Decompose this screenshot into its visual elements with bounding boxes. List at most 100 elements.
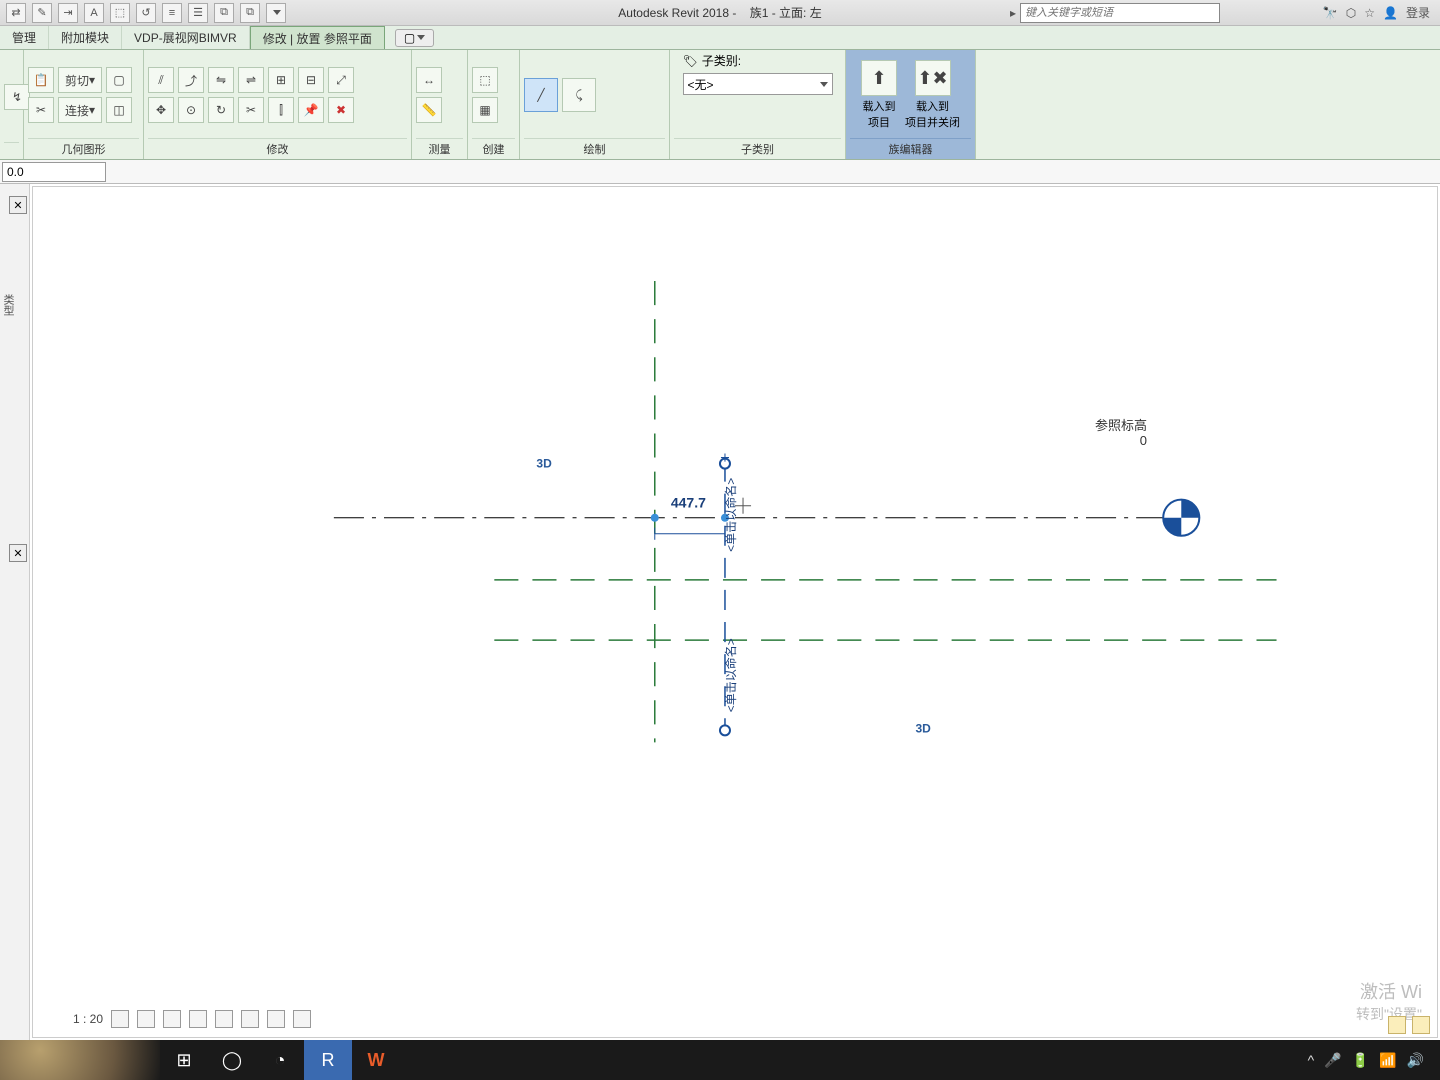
level-value[interactable]: 0: [1140, 433, 1147, 448]
doc-name: 族1 - 立面: 左: [750, 6, 822, 20]
edge-icon[interactable]: ◔: [256, 1040, 304, 1080]
panel-draw: ╱ ⤹ 绘制: [520, 50, 670, 159]
qat-btn[interactable]: ⧉: [214, 3, 234, 23]
crop-icon[interactable]: [215, 1010, 233, 1028]
hide-icon[interactable]: [267, 1010, 285, 1028]
tray-expand-icon[interactable]: ^: [1308, 1052, 1315, 1068]
user-icon[interactable]: 👤: [1383, 6, 1398, 20]
scale-icon[interactable]: ⤢: [328, 67, 354, 93]
panel-label: 几何图形: [28, 138, 139, 159]
qat-btn[interactable]: ⧉: [240, 3, 260, 23]
panel-select: ↯: [0, 50, 24, 159]
label-3d: 3D: [536, 457, 552, 471]
drawing-canvas: 447.7 3D 3D <单击以命名> <单击以命名>: [33, 187, 1437, 1037]
binoculars-icon[interactable]: 🔭: [1323, 6, 1338, 20]
click-to-name-label: <单击以命名>: [723, 478, 738, 552]
battery-icon[interactable]: 🔋: [1352, 1052, 1369, 1069]
close-panel-button-2[interactable]: ✕: [9, 544, 27, 562]
search-input[interactable]: [1020, 3, 1220, 23]
login-link[interactable]: 登录: [1406, 4, 1430, 21]
btn-label: 载入到 项目并关闭: [905, 98, 960, 130]
array-icon[interactable]: ⊞: [268, 67, 294, 93]
array2-icon[interactable]: ⊟: [298, 67, 324, 93]
properties-strip: ✕ 类型 ✕: [0, 184, 30, 1040]
qat-btn[interactable]: ≡: [162, 3, 182, 23]
cut-geom-icon[interactable]: ▢: [106, 67, 132, 93]
move-icon[interactable]: ✥: [148, 97, 174, 123]
tab-modify-active[interactable]: 修改 | 放置 参照平面: [250, 26, 385, 49]
measure-icon[interactable]: 📏: [416, 97, 442, 123]
rotate-icon[interactable]: ↻: [208, 97, 234, 123]
revit-taskbar-icon[interactable]: R: [304, 1040, 352, 1080]
close-panel-button[interactable]: ✕: [9, 196, 27, 214]
comm-icon[interactable]: ⬡: [1346, 6, 1356, 20]
chrome-icon[interactable]: ◯: [208, 1040, 256, 1080]
qat-btn[interactable]: ⇄: [6, 3, 26, 23]
subcat-title: 子类别:: [702, 52, 741, 69]
reveal-icon[interactable]: [293, 1010, 311, 1028]
window-title: Autodesk Revit 2018 - 族1 - 立面: 左: [618, 4, 821, 21]
mic-icon[interactable]: 🎤: [1324, 1052, 1341, 1069]
tab-manage[interactable]: 管理: [0, 26, 49, 49]
qat-btn[interactable]: ↺: [136, 3, 156, 23]
pick-line-icon[interactable]: ⤹: [562, 78, 596, 112]
subcat-icon: 🏷: [683, 54, 698, 68]
panel-geometry: 📋剪切 ▾▢ ✂连接 ▾◫ 几何图形: [24, 50, 144, 159]
status-icon[interactable]: [1412, 1016, 1430, 1034]
qat-dropdown[interactable]: [266, 3, 286, 23]
qat-btn[interactable]: ☰: [188, 3, 208, 23]
star-icon[interactable]: ☆: [1364, 6, 1375, 20]
chevron-down-icon: [820, 82, 828, 87]
wps-icon[interactable]: W: [352, 1040, 400, 1080]
trim-icon[interactable]: ✂: [238, 97, 264, 123]
dimension-icon[interactable]: ↔: [416, 67, 442, 93]
crop-region-icon[interactable]: [241, 1010, 259, 1028]
qat-btn[interactable]: ⬚: [110, 3, 130, 23]
tab-vdp[interactable]: VDP-展视网BIMVR: [122, 26, 250, 49]
offset-input[interactable]: [2, 162, 106, 182]
sun-path-icon[interactable]: [163, 1010, 181, 1028]
load-close-button[interactable]: ⬆✖ 载入到 项目并关闭: [905, 60, 960, 130]
join-geom-icon[interactable]: ◫: [106, 97, 132, 123]
create-icon[interactable]: ⬚: [472, 67, 498, 93]
mirror-icon[interactable]: ⇋: [208, 67, 234, 93]
watermark-line1: 激活 Wi: [1356, 978, 1422, 1004]
clipboard-icon[interactable]: ✂: [28, 97, 54, 123]
view-scale[interactable]: 1 : 20: [73, 1012, 103, 1026]
paste-icon[interactable]: 📋: [28, 67, 54, 93]
qat-btn[interactable]: A: [84, 3, 104, 23]
offset-icon[interactable]: ⤴: [178, 67, 204, 93]
load-icon: ⬆: [861, 60, 897, 96]
panel-label: 族编辑器: [850, 138, 971, 159]
subcategory-select[interactable]: <无>: [683, 73, 833, 95]
status-icon[interactable]: [1388, 1016, 1406, 1034]
qat-btn[interactable]: ✎: [32, 3, 52, 23]
cut-button[interactable]: 剪切 ▾: [58, 67, 102, 93]
split-icon[interactable]: ⫿: [268, 97, 294, 123]
task-view-icon[interactable]: ⊞: [160, 1040, 208, 1080]
panel-label: 创建: [472, 138, 515, 159]
qat-btn[interactable]: ⇥: [58, 3, 78, 23]
join-button[interactable]: 连接 ▾: [58, 97, 102, 123]
detail-level-icon[interactable]: [111, 1010, 129, 1028]
panel-label: 修改: [148, 138, 407, 159]
wifi-icon[interactable]: 📶: [1379, 1052, 1396, 1069]
level-name[interactable]: 参照标高: [1095, 415, 1147, 434]
view-control-bar: 1 : 20: [73, 1009, 311, 1029]
mirror2-icon[interactable]: ⇌: [238, 67, 264, 93]
align-icon[interactable]: ⫽: [148, 67, 174, 93]
shadows-icon[interactable]: [189, 1010, 207, 1028]
group-icon[interactable]: ▦: [472, 97, 498, 123]
load-close-icon: ⬆✖: [915, 60, 951, 96]
delete-icon[interactable]: ✖: [328, 97, 354, 123]
tab-addons[interactable]: 附加模块: [49, 26, 122, 49]
tab-overflow[interactable]: ▢: [395, 29, 434, 47]
load-project-button[interactable]: ⬆ 载入到 项目: [861, 60, 897, 130]
canvas-viewport[interactable]: 447.7 3D 3D <单击以命名> <单击以命名> 参照标高 0 1 : 2…: [32, 186, 1438, 1038]
panel-subcategory: 🏷子类别: <无> 子类别: [670, 50, 846, 159]
volume-icon[interactable]: 🔊: [1407, 1052, 1424, 1069]
line-tool-icon[interactable]: ╱: [524, 78, 558, 112]
visual-style-icon[interactable]: [137, 1010, 155, 1028]
copy-icon[interactable]: ⊙: [178, 97, 204, 123]
pin-icon[interactable]: 📌: [298, 97, 324, 123]
